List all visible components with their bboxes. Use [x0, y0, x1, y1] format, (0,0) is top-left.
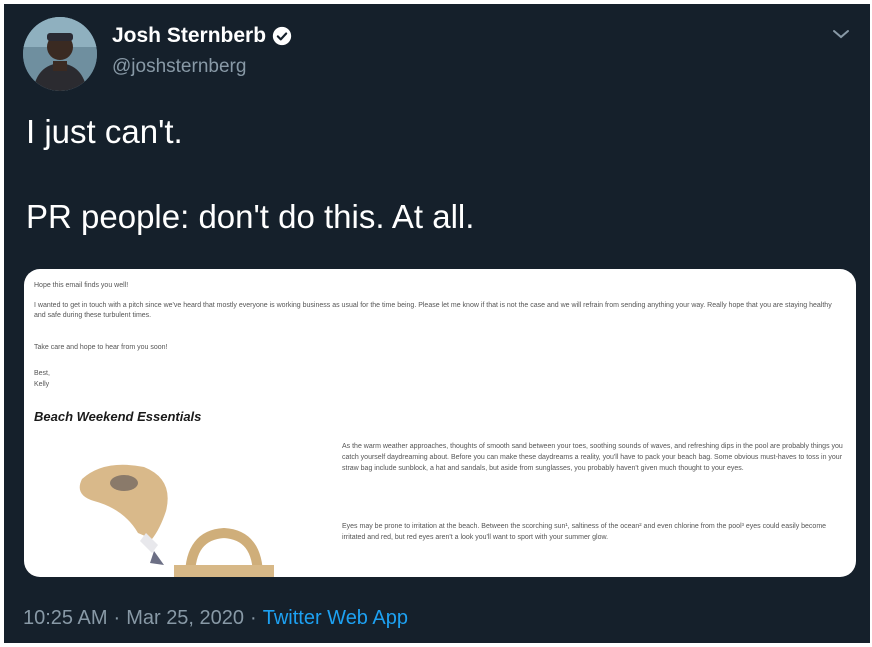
tweet-text-line-1: I just can't. — [26, 113, 183, 150]
email-signature: Kelly — [34, 381, 50, 388]
author-handle[interactable]: @joshsternberg — [112, 56, 246, 78]
email-signoff: Best, — [34, 370, 50, 377]
email-intro: I wanted to get in touch with a pitch si… — [34, 302, 832, 319]
attached-email-image[interactable]: Hope this email finds you well! I wanted… — [24, 269, 856, 577]
tweet-source-link[interactable]: Twitter Web App — [263, 607, 408, 630]
tweet-text-line-2: PR people: don't do this. At all. — [26, 198, 475, 235]
tweet-time[interactable]: 10:25 AM — [23, 607, 108, 630]
avatar-image — [23, 17, 97, 91]
separator-dot: · — [113, 607, 121, 629]
email-take-care: Take care and hope to hear from you soon… — [34, 344, 168, 351]
tweet-date[interactable]: Mar 25, 2020 — [126, 607, 244, 630]
avatar[interactable] — [23, 17, 97, 91]
author-name[interactable]: Josh Sternberb — [112, 24, 266, 48]
sunscreen-illustration — [79, 464, 274, 577]
email-heading: Beach Weekend Essentials — [34, 409, 202, 424]
email-paragraph-2: Eyes may be prone to irritation at the b… — [342, 523, 827, 541]
tweet-metadata: 10:25 AM · Mar 25, 2020 · Twitter Web Ap… — [23, 607, 408, 630]
verified-badge-icon — [272, 26, 292, 46]
email-greeting: Hope this email finds you well! — [34, 282, 129, 289]
separator-dot: · — [250, 607, 257, 629]
chevron-down-icon[interactable] — [832, 28, 850, 40]
email-paragraph-1: As the warm weather approaches, thoughts… — [342, 443, 843, 472]
tweet-card: Josh Sternberb @joshsternberg I just can… — [4, 4, 870, 643]
